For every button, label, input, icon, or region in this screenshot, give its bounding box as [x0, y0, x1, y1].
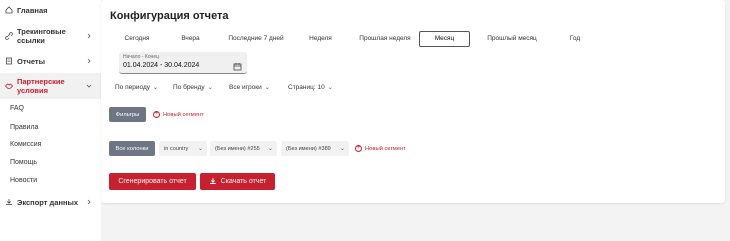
chevron-right-icon — [85, 57, 93, 65]
chip-label: (Без имени) #255 — [215, 145, 260, 152]
sidebar: Главная Трекинговые ссылки Отчеты Партне… — [0, 0, 101, 241]
sidebar-subitem-commission[interactable]: Комиссия — [10, 141, 41, 148]
tab-year[interactable]: Год — [555, 31, 595, 47]
group-by-period-dropdown[interactable]: По периоду ⌄ — [115, 84, 158, 91]
tab-yesterday[interactable]: Вчера — [168, 31, 213, 47]
new-segment-link[interactable]: + Новый сегмент — [153, 111, 204, 118]
plus-circle-icon: + — [153, 111, 160, 118]
brand-dropdown[interactable]: По бренду ⌄ — [173, 84, 213, 91]
chevron-down-icon: ⌄ — [207, 85, 213, 91]
page-size-dropdown[interactable]: Страниц: 10 ⌄ — [288, 84, 333, 91]
download-icon — [5, 198, 13, 206]
dropdown-label: Страниц: 10 — [288, 84, 325, 91]
tab-month[interactable]: Месяц — [419, 31, 470, 47]
sidebar-subitem-faq[interactable]: FAQ — [10, 105, 24, 112]
dropdown-label: Все игроки — [229, 84, 262, 91]
period-tabs: Сегодня Вчера Последние 7 дней Неделя Пр… — [110, 31, 680, 47]
handshake-icon — [5, 82, 13, 90]
dropdown-label: По бренду — [173, 84, 205, 91]
chevron-right-icon — [85, 32, 93, 40]
chevron-down-icon: ⌄ — [339, 146, 345, 152]
new-segment-link[interactable]: + Новый сегмент — [355, 145, 406, 152]
home-icon — [5, 6, 13, 14]
chevron-down-icon: ⌄ — [327, 85, 333, 91]
columns-button[interactable]: Все колонки — [109, 141, 155, 156]
plus-circle-icon: + — [355, 145, 362, 152]
generate-report-button[interactable]: Сгенерировать отчет — [109, 173, 196, 190]
sidebar-subitem-rules[interactable]: Правила — [10, 124, 38, 131]
date-range-field[interactable]: Начало - Конец 01.04.2024 - 30.04.2024 — [119, 52, 247, 74]
sidebar-item-partner-terms[interactable]: Партнерские условия — [0, 73, 101, 99]
new-segment-label: Новый сегмент — [163, 111, 204, 118]
sidebar-item-label-line2: ссылки — [17, 36, 45, 45]
chevron-down-icon: ⌄ — [197, 146, 203, 152]
sidebar-item-label-line1: Партнерские — [17, 77, 65, 86]
download-report-label: Скачать отчет — [220, 178, 267, 185]
chip-label: (Без имени) #389 — [286, 145, 331, 152]
chevron-down-icon: ⌄ — [267, 146, 273, 152]
sidebar-item-data-export[interactable]: Экспорт данных — [0, 196, 101, 208]
sidebar-subitem-help[interactable]: Помощь — [10, 159, 37, 166]
chip-label: in country — [164, 145, 189, 152]
segment-chip[interactable]: (Без имени) #389 ⌄ — [281, 141, 349, 156]
sidebar-item-label: Главная — [17, 5, 48, 15]
date-range-value: 01.04.2024 - 30.04.2024 — [123, 62, 200, 69]
report-config-card: Конфигурация отчета Сегодня Вчера Послед… — [101, 0, 725, 203]
sidebar-item-label-line2: условия — [17, 86, 48, 95]
chevron-right-icon — [85, 198, 93, 206]
tab-today[interactable]: Сегодня — [112, 31, 162, 47]
link-icon — [5, 32, 13, 40]
file-icon — [5, 57, 13, 65]
tab-last-7-days[interactable]: Последние 7 дней — [220, 31, 292, 47]
download-icon — [209, 177, 217, 187]
tab-last-week[interactable]: Прошлая неделя — [350, 31, 420, 47]
chevron-down-icon: ⌄ — [264, 85, 270, 91]
calendar-icon[interactable] — [233, 58, 242, 71]
chevron-down-icon: ⌄ — [153, 85, 159, 91]
sidebar-item-home[interactable]: Главная — [0, 4, 101, 16]
sidebar-item-label-line1: Трекинговые — [17, 27, 66, 36]
chevron-down-icon — [85, 82, 93, 90]
sidebar-item-tracking-links[interactable]: Трекинговые ссылки — [0, 26, 101, 46]
tab-week[interactable]: Неделя — [298, 31, 343, 47]
page-title: Конфигурация отчета — [110, 10, 229, 22]
segment-chip[interactable]: (Без имени) #255 ⌄ — [210, 141, 277, 156]
filters-button[interactable]: Фильтры — [109, 107, 146, 122]
segment-chip[interactable]: in country ⌄ — [159, 141, 207, 156]
sidebar-item-reports[interactable]: Отчеты — [0, 55, 101, 67]
sidebar-item-label: Отчеты — [17, 56, 46, 66]
date-range-caption: Начало - Конец — [123, 54, 159, 60]
dropdown-label: По периоду — [115, 84, 150, 91]
players-dropdown[interactable]: Все игроки ⌄ — [229, 84, 270, 91]
sidebar-item-label: Экспорт данных — [17, 197, 79, 207]
download-report-button[interactable]: Скачать отчет — [200, 173, 275, 190]
new-segment-label: Новый сегмент — [365, 145, 406, 152]
sidebar-subitem-news[interactable]: Новости — [10, 177, 37, 184]
app-root: Главная Трекинговые ссылки Отчеты Партне… — [0, 0, 730, 241]
tab-last-month[interactable]: Прошлый месяц — [478, 31, 546, 47]
